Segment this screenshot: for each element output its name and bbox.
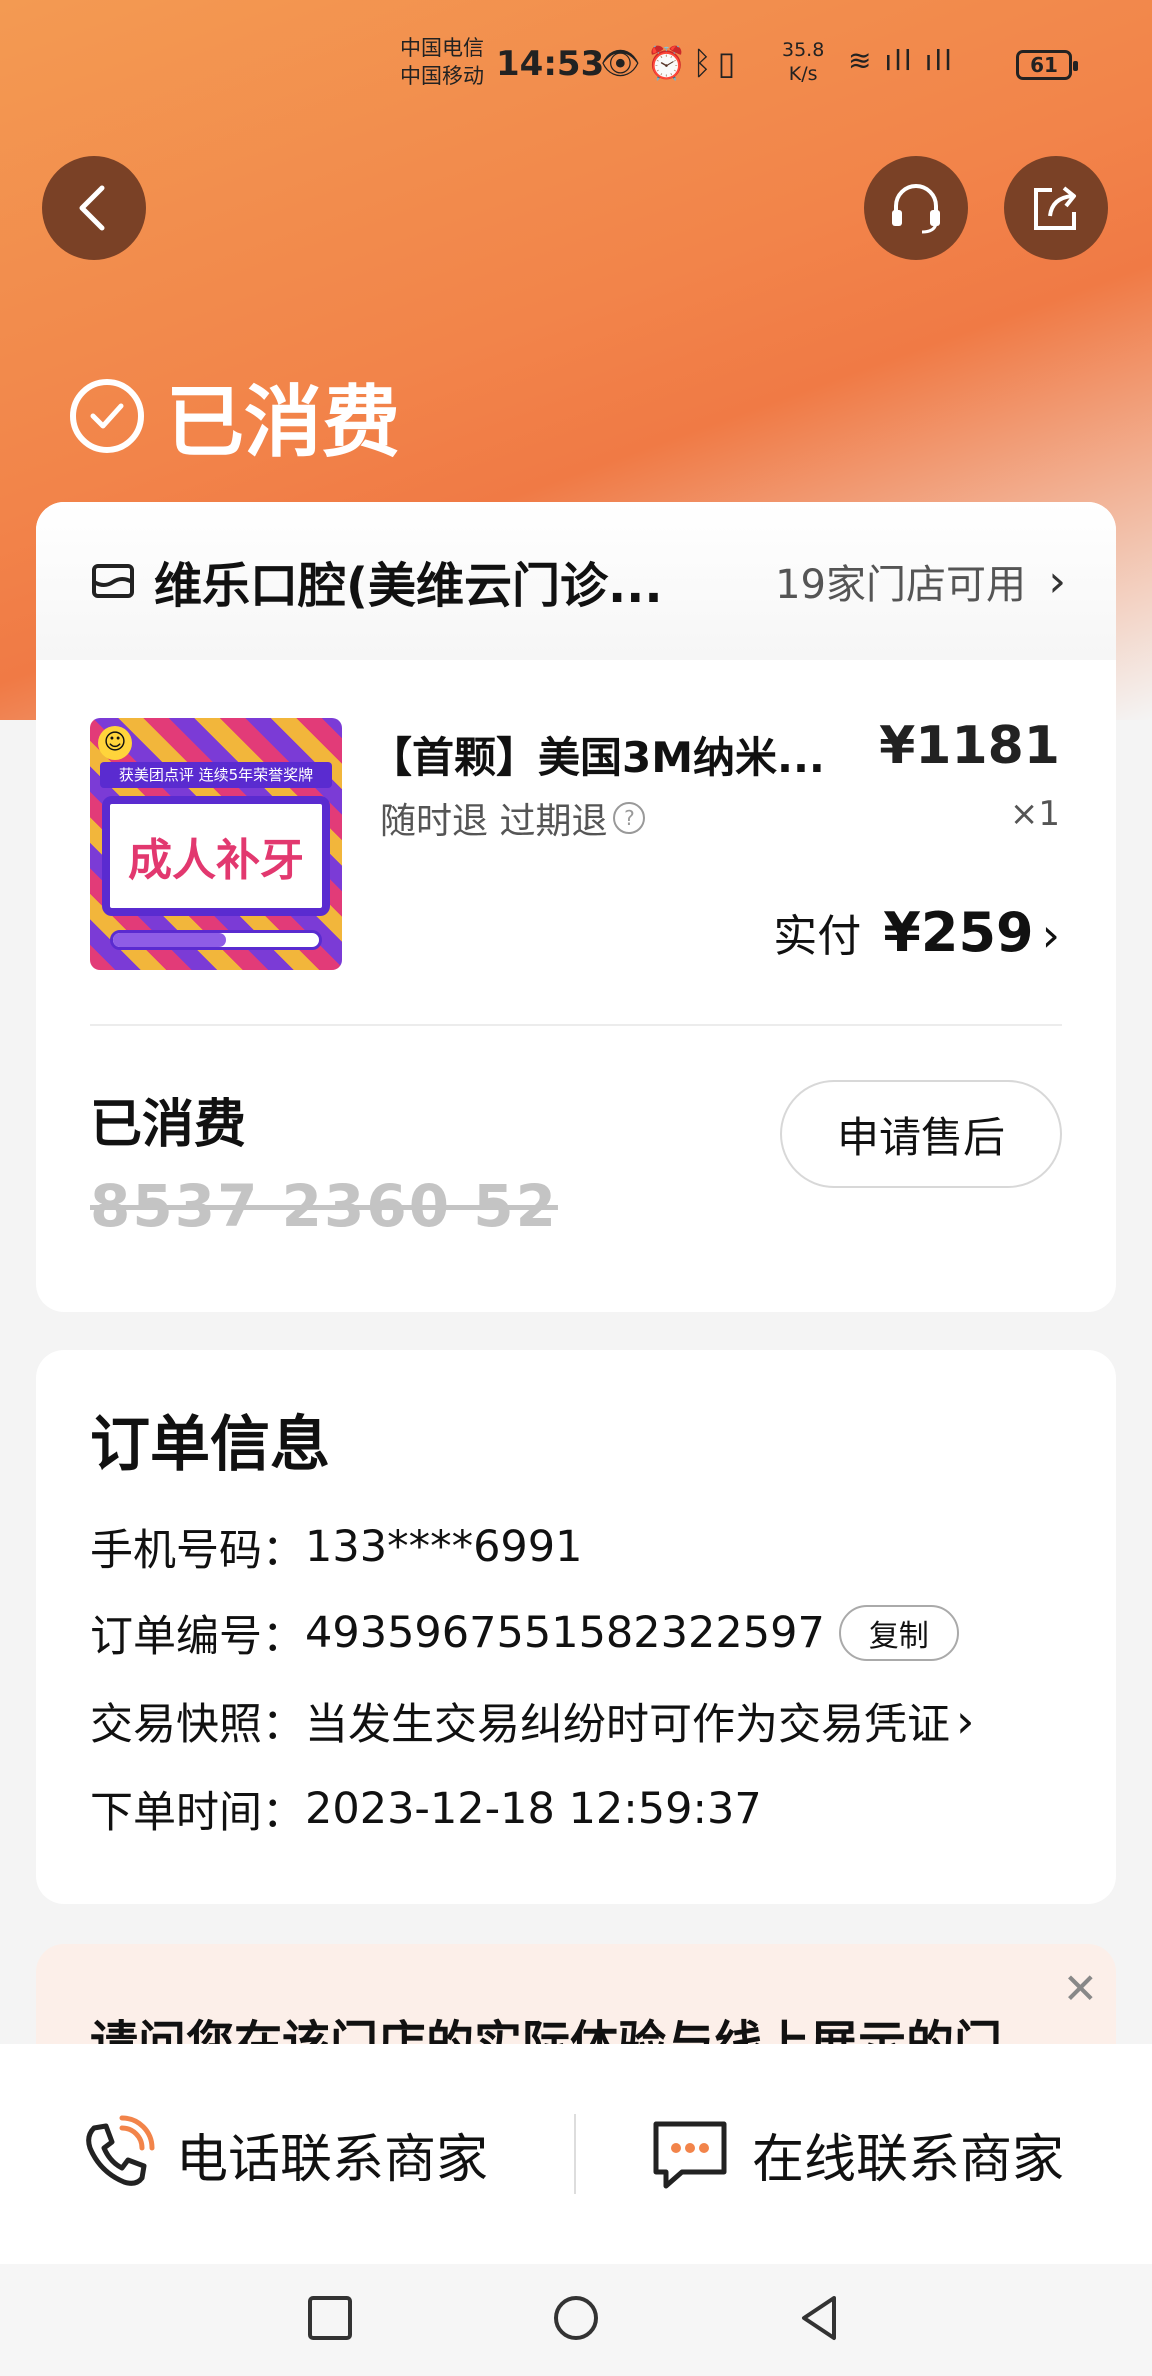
order-time-row: 下单时间： 2023-12-18 12:59:37	[90, 1778, 762, 1840]
chevron-left-icon	[79, 185, 105, 231]
speed-value: 35.8	[782, 39, 825, 61]
refund-policy: 随时退 过期退 ?	[380, 792, 646, 844]
refund-policy-text: 随时退 过期退	[380, 801, 608, 842]
call-merchant-button[interactable]: 电话联系商家	[76, 2104, 488, 2204]
paid-amount-row[interactable]: 实付 ¥259 ›	[773, 900, 1060, 964]
system-nav-bar	[0, 2264, 1152, 2376]
divider	[574, 2114, 576, 2194]
voucher-code: 8537 2360 52	[90, 1172, 558, 1240]
phone-label: 手机号码：	[90, 1526, 305, 1576]
home-icon[interactable]	[552, 2294, 600, 2342]
customer-service-button[interactable]	[864, 156, 968, 260]
product-image-progress	[110, 930, 322, 950]
order-time-value: 2023-12-18 12:59:37	[305, 1784, 762, 1834]
headset-icon	[892, 184, 940, 234]
vibrate-icon: ▯	[717, 44, 742, 82]
signal-icon: ıll	[884, 44, 914, 77]
order-time-label: 下单时间：	[90, 1788, 305, 1838]
product-image[interactable]: ☺ 获美团点评 连续5年荣誉奖牌 成人补牙	[90, 718, 342, 970]
carrier-info: 中国电信 中国移动	[400, 34, 484, 90]
product-image-progress-fill	[113, 933, 227, 947]
call-merchant-label: 电话联系商家	[176, 2129, 489, 2190]
voucher-status: 已消费	[90, 1095, 247, 1155]
recent-apps-icon[interactable]	[306, 2294, 354, 2342]
phone-value: 133****6991	[305, 1522, 583, 1572]
network-speed: 35.8 K/s	[782, 38, 824, 86]
paid-label: 实付	[773, 911, 862, 962]
mascot-icon: ☺	[98, 726, 132, 760]
back-nav-icon[interactable]	[796, 2294, 844, 2342]
snapshot-label: 交易快照：	[90, 1700, 305, 1750]
paid-amount: ¥259	[883, 901, 1034, 964]
divider	[90, 1024, 1062, 1026]
order-number-row: 订单编号： 4935967551582322597 复制	[90, 1602, 959, 1664]
help-icon[interactable]: ?	[613, 802, 646, 834]
order-number-label: 订单编号：	[90, 1612, 305, 1662]
wifi-icon: ≋	[848, 44, 874, 77]
after-sale-button[interactable]: 申请售后	[780, 1080, 1062, 1188]
chevron-right-icon: ›	[1048, 555, 1066, 607]
store-row[interactable]: 维乐口腔(美维云门诊... 19家门店可用 ›	[36, 502, 1116, 660]
eye-icon: 👁	[600, 44, 647, 82]
carrier-1: 中国电信	[400, 36, 484, 60]
order-status-title: 已消费	[166, 378, 401, 468]
close-icon[interactable]: ✕	[1063, 1964, 1098, 2013]
chat-icon	[653, 2121, 727, 2189]
back-button[interactable]	[42, 156, 146, 260]
order-status-header: 已消费	[70, 360, 400, 472]
snapshot-row[interactable]: 交易快照： 当发生交易纠纷时可作为交易凭证 ›	[90, 1690, 974, 1752]
check-circle-icon	[70, 379, 144, 453]
product-quantity: ×1	[1009, 794, 1060, 834]
order-info-card: 订单信息 手机号码： 133****6991 订单编号： 49359675515…	[36, 1350, 1116, 1904]
copy-button[interactable]: 复制	[838, 1605, 959, 1661]
status-time: 14:53	[496, 44, 605, 84]
alarm-icon: ⏰	[646, 44, 693, 82]
order-card: 维乐口腔(美维云门诊... 19家门店可用 › ☺ 获美团点评 连续5年荣誉奖牌…	[36, 502, 1116, 1312]
store-name: 维乐口腔(美维云门诊...	[154, 558, 663, 614]
order-number-value: 4935967551582322597	[305, 1608, 825, 1658]
product-image-banner: 获美团点评 连续5年荣誉奖牌	[100, 762, 332, 788]
product-original-price: ¥1181	[879, 716, 1060, 776]
bottom-action-bar: 电话联系商家 在线联系商家	[0, 2044, 1152, 2264]
phone-row: 手机号码： 133****6991	[90, 1516, 583, 1578]
bluetooth-icon: ᛒ	[692, 44, 718, 82]
product-name[interactable]: 【首颗】美国3M纳米...	[370, 724, 825, 785]
signal-icons: ≋ ıll ıll	[848, 44, 954, 77]
chevron-right-icon: ›	[1041, 908, 1060, 962]
battery-icon: 61	[1016, 50, 1078, 80]
share-icon	[1034, 186, 1076, 230]
status-bar: 中国电信 中国移动 14:53 👁⏰ᛒ▯ 35.8 K/s ≋ ıll ıll …	[0, 30, 1152, 100]
status-icons: 👁⏰ᛒ▯	[600, 44, 741, 82]
speed-unit: K/s	[788, 63, 818, 85]
chat-merchant-button[interactable]: 在线联系商家	[648, 2104, 1064, 2204]
order-info-title: 订单信息	[90, 1410, 330, 1480]
signal-icon-2: ıll	[924, 44, 954, 77]
chevron-right-icon: ›	[956, 1694, 975, 1748]
phone-icon	[86, 2115, 155, 2186]
product-image-text: 成人补牙	[102, 796, 330, 916]
chat-merchant-label: 在线联系商家	[752, 2129, 1065, 2190]
share-button[interactable]	[1004, 156, 1108, 260]
carrier-2: 中国移动	[400, 64, 484, 88]
store-icon	[92, 564, 134, 598]
snapshot-value: 当发生交易纠纷时可作为交易凭证	[305, 1700, 950, 1750]
store-availability: 19家门店可用	[775, 562, 1026, 608]
